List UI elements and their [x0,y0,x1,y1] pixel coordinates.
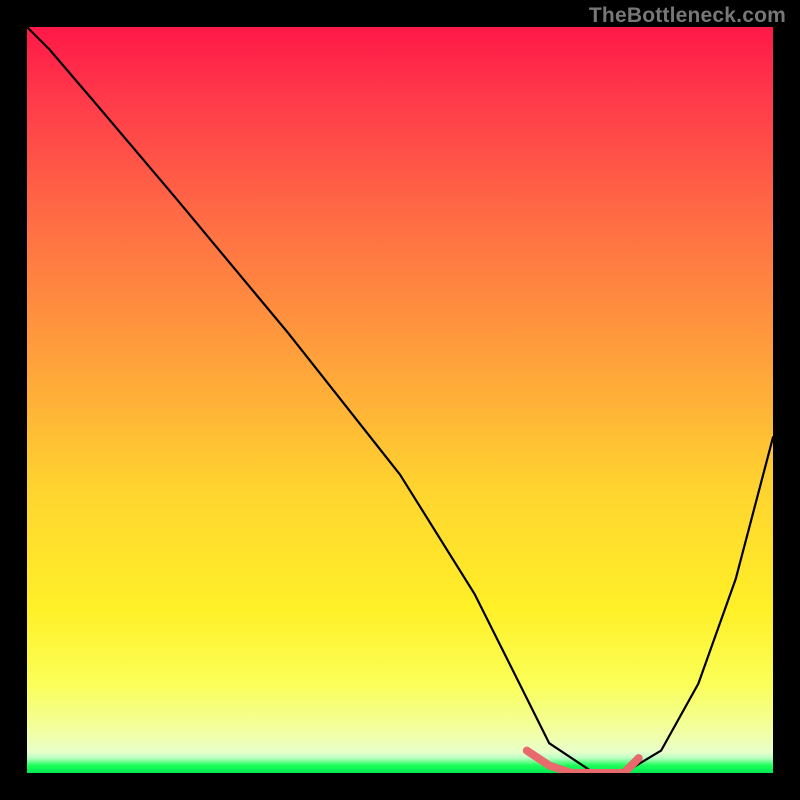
plot-area [27,27,773,773]
watermark: TheBottleneck.com [589,4,786,28]
chart-frame: TheBottleneck.com [0,0,800,800]
